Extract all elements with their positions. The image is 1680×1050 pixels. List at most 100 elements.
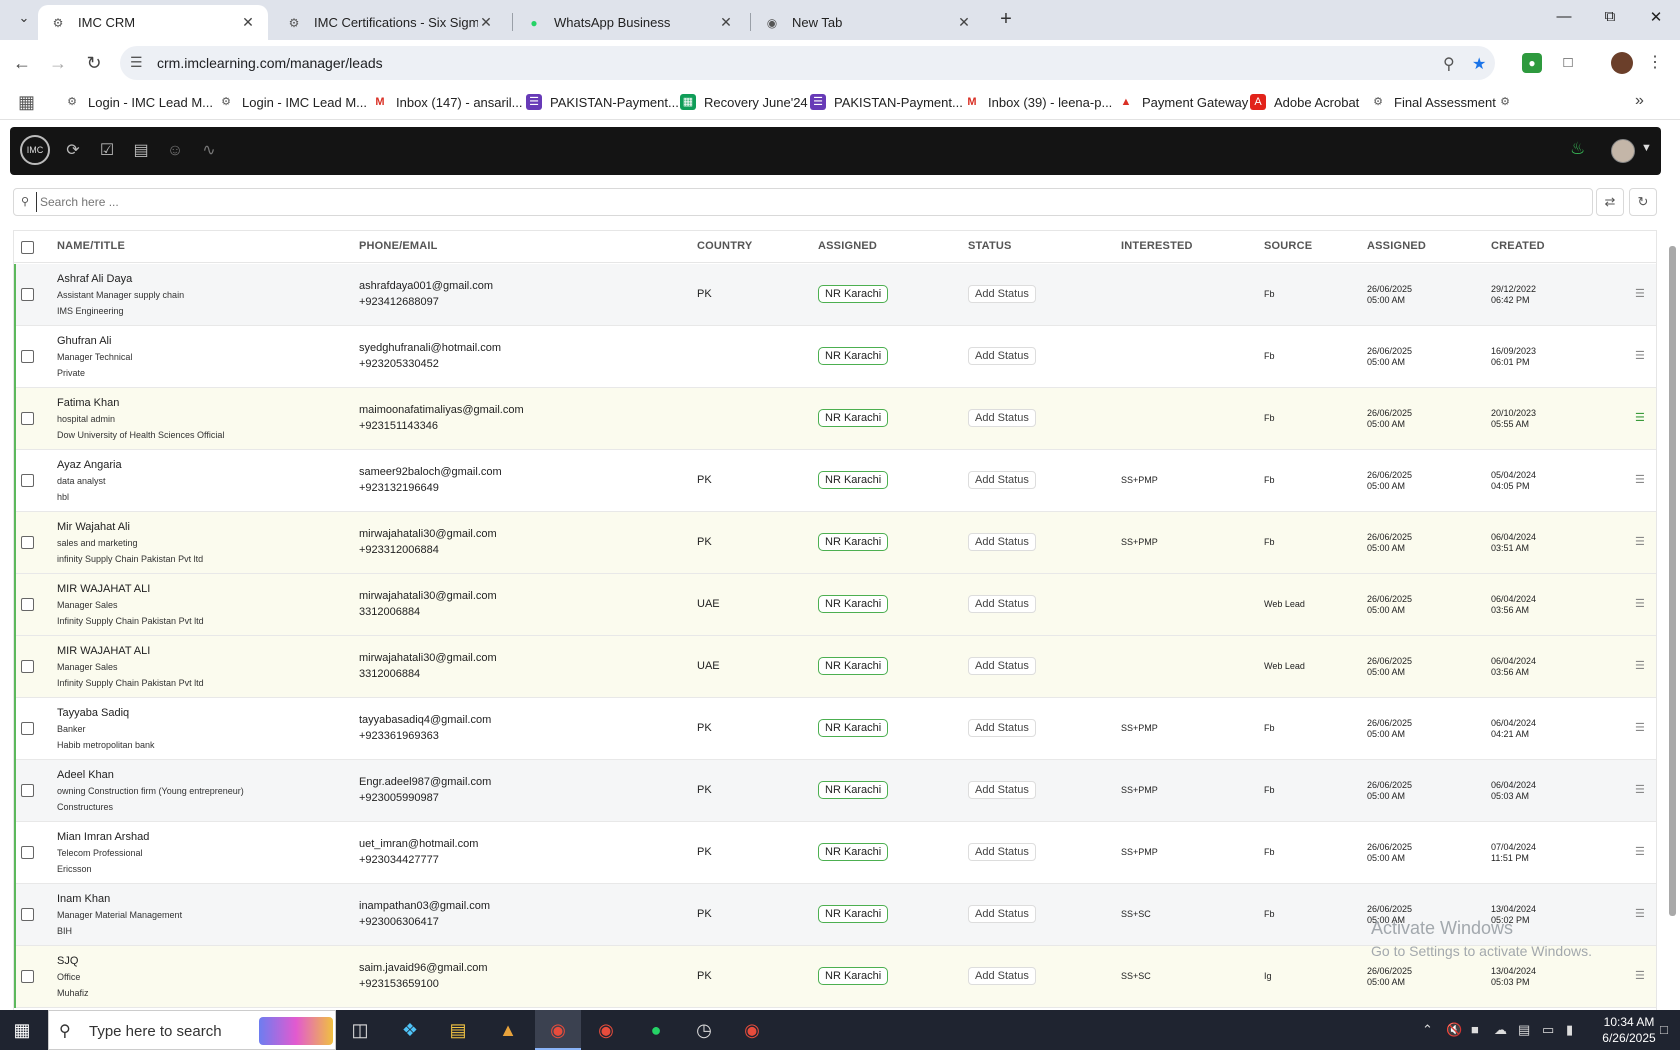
minimize-icon[interactable]: — <box>1544 8 1584 32</box>
assignee-badge[interactable]: NR Karachi <box>818 533 889 551</box>
notes-document-icon[interactable]: ☰ <box>1635 907 1645 920</box>
document-icon[interactable]: ▤ <box>130 140 152 162</box>
table-row[interactable]: MIR WAJAHAT ALI Manager Sales Infinity Sup… <box>14 574 1656 636</box>
new-tab-plus-icon[interactable]: + <box>994 8 1018 32</box>
column-header-status[interactable]: STATUS <box>968 240 1012 252</box>
bookmark-item[interactable]: ⚙ Final Assessment <box>1370 94 1496 110</box>
add-status-button[interactable]: Add Status <box>968 471 1036 489</box>
puzzle-extensions-icon[interactable]: □ <box>1558 53 1578 73</box>
more-menu-icon[interactable]: ⋮ <box>1647 52 1663 72</box>
search-input[interactable] <box>36 192 1576 212</box>
forward-arrow-icon[interactable]: → <box>46 51 70 75</box>
lead-email[interactable]: sameer92baloch@gmail.com <box>359 466 502 478</box>
table-row[interactable]: Ashraf Ali Daya Assistant Manager supply … <box>14 264 1656 326</box>
row-checkbox[interactable] <box>21 288 34 301</box>
column-header-phone-email[interactable]: PHONE/EMAIL <box>359 240 438 252</box>
user-icon[interactable]: ☺ <box>164 140 186 162</box>
tab-search-icon[interactable]: ⌄ <box>12 10 36 30</box>
add-status-button[interactable]: Add Status <box>968 595 1036 613</box>
lead-phone[interactable]: +923132196649 <box>359 482 439 494</box>
assignee-badge[interactable]: NR Karachi <box>818 347 889 365</box>
bookmark-item[interactable]: ⚙ Login - IMC Lead M... <box>64 94 213 110</box>
site-settings-icon[interactable]: ☰ <box>130 54 143 71</box>
lead-email[interactable]: mirwajahatali30@gmail.com <box>359 590 497 602</box>
notes-document-icon[interactable]: ☰ <box>1635 287 1645 300</box>
lead-email[interactable]: uet_imran@hotmail.com <box>359 838 478 850</box>
bookmark-item[interactable]: M Inbox (39) - leena-p... <box>964 94 1112 110</box>
add-status-button[interactable]: Add Status <box>968 409 1036 427</box>
more-bookmarks-chevron-icon[interactable]: » <box>1635 92 1644 110</box>
row-checkbox[interactable] <box>21 784 34 797</box>
chevron-down-icon[interactable]: ▼ <box>1641 142 1652 154</box>
notes-document-icon[interactable]: ☰ <box>1635 411 1645 424</box>
tab-whatsapp-business[interactable]: ● WhatsApp Business ✕ <box>514 5 746 40</box>
chrome-profile-taskbar-icon[interactable]: ◉ <box>583 1010 629 1050</box>
bookmark-item[interactable]: A Adobe Acrobat <box>1250 94 1359 110</box>
table-row[interactable]: Mian Imran Arshad Telecom Professional Eri… <box>14 822 1656 884</box>
activity-icon[interactable]: ∿ <box>198 140 220 162</box>
column-header-assigned-date[interactable]: ASSIGNED <box>1367 240 1426 252</box>
clock-app-icon[interactable]: ◷ <box>681 1010 727 1050</box>
row-checkbox[interactable] <box>21 536 34 549</box>
taskbar-search[interactable]: ⚲ Type here to search <box>48 1010 336 1050</box>
table-row[interactable]: Tayyaba Sadiq Banker Habib metropolitan ba… <box>14 698 1656 760</box>
notes-document-icon[interactable]: ☰ <box>1635 659 1645 672</box>
vertical-scrollbar[interactable] <box>1669 246 1676 916</box>
imc-logo[interactable]: IMC <box>20 135 50 165</box>
add-status-button[interactable]: Add Status <box>968 285 1036 303</box>
lead-email[interactable]: Engr.adeel987@gmail.com <box>359 776 491 788</box>
lead-email[interactable]: syedghufranali@hotmail.com <box>359 342 501 354</box>
bookmark-item[interactable]: ▦ Recovery June'24 <box>680 94 808 110</box>
add-status-button[interactable]: Add Status <box>968 657 1036 675</box>
whatsapp-taskbar-icon[interactable]: ● <box>633 1010 679 1050</box>
lead-phone[interactable]: +923361969363 <box>359 730 439 742</box>
row-checkbox[interactable] <box>21 412 34 425</box>
tab-new-tab[interactable]: ◉ New Tab ✕ <box>752 5 984 40</box>
lead-phone[interactable]: 3312006884 <box>359 668 420 680</box>
refresh-cycle-icon[interactable]: ⟳ <box>62 140 84 162</box>
notes-document-icon[interactable]: ☰ <box>1635 473 1645 486</box>
lead-phone[interactable]: +923151143346 <box>359 420 438 432</box>
lead-email[interactable]: ashrafdaya001@gmail.com <box>359 280 493 292</box>
reload-icon[interactable]: ↻ <box>82 51 106 75</box>
notifications-icon[interactable]: □ <box>1660 1022 1668 1037</box>
row-checkbox[interactable] <box>21 660 34 673</box>
assignee-badge[interactable]: NR Karachi <box>818 843 889 861</box>
zoom-icon[interactable]: ⚲ <box>1443 54 1455 74</box>
refresh-icon[interactable]: ↻ <box>1629 188 1657 216</box>
tray-app-icon[interactable]: ■ <box>1471 1022 1479 1037</box>
table-row[interactable]: Ghufran Ali Manager Technical Private syedg… <box>14 326 1656 388</box>
restore-icon[interactable]: ⧉ <box>1590 8 1630 32</box>
lead-phone[interactable]: +923006306417 <box>359 916 439 928</box>
lead-email[interactable]: mirwajahatali30@gmail.com <box>359 652 497 664</box>
back-arrow-icon[interactable]: ← <box>10 51 34 75</box>
select-all-checkbox[interactable] <box>21 241 34 254</box>
table-row[interactable]: MIR WAJAHAT ALI Manager Sales Infinity Sup… <box>14 636 1656 698</box>
bookmark-item[interactable]: ☰ PAKISTAN-Payment... <box>526 94 679 110</box>
close-icon[interactable]: ✕ <box>240 14 256 31</box>
assignee-badge[interactable]: NR Karachi <box>818 657 889 675</box>
lead-email[interactable]: saim.javaid96@gmail.com <box>359 962 488 974</box>
chrome-taskbar-icon[interactable]: ◉ <box>535 1010 581 1050</box>
assignee-badge[interactable]: NR Karachi <box>818 285 889 303</box>
column-header-name[interactable]: NAME/TITLE <box>57 240 125 252</box>
table-row[interactable]: Adeel Khan owning Construction firm (Youn… <box>14 760 1656 822</box>
tab-imc-crm[interactable]: ⚙ IMC CRM ✕ <box>38 5 268 40</box>
assignee-badge[interactable]: NR Karachi <box>818 781 889 799</box>
table-row[interactable]: Mir Wajahat Ali sales and marketing infini… <box>14 512 1656 574</box>
row-checkbox[interactable] <box>21 908 34 921</box>
notification-bell-icon[interactable]: ♨ <box>1570 139 1585 159</box>
table-row[interactable]: Ayaz Angaria data analyst hbl sameer92baloc… <box>14 450 1656 512</box>
tray-chevron-up-icon[interactable]: ⌃ <box>1422 1022 1433 1038</box>
close-icon[interactable]: ✕ <box>956 14 972 31</box>
calendar-check-icon[interactable]: ☑ <box>96 140 118 162</box>
assignee-badge[interactable]: NR Karachi <box>818 967 889 985</box>
bookmark-star-icon[interactable]: ★ <box>1472 54 1486 74</box>
bookmark-item[interactable]: M Inbox (147) - ansaril... <box>372 94 522 110</box>
add-status-button[interactable]: Add Status <box>968 347 1036 365</box>
add-status-button[interactable]: Add Status <box>968 533 1036 551</box>
row-checkbox[interactable] <box>21 598 34 611</box>
speaker-muted-icon[interactable]: 🔇 <box>1446 1022 1462 1038</box>
lead-phone[interactable]: +923034427777 <box>359 854 439 866</box>
lead-phone[interactable]: +923205330452 <box>359 358 439 370</box>
